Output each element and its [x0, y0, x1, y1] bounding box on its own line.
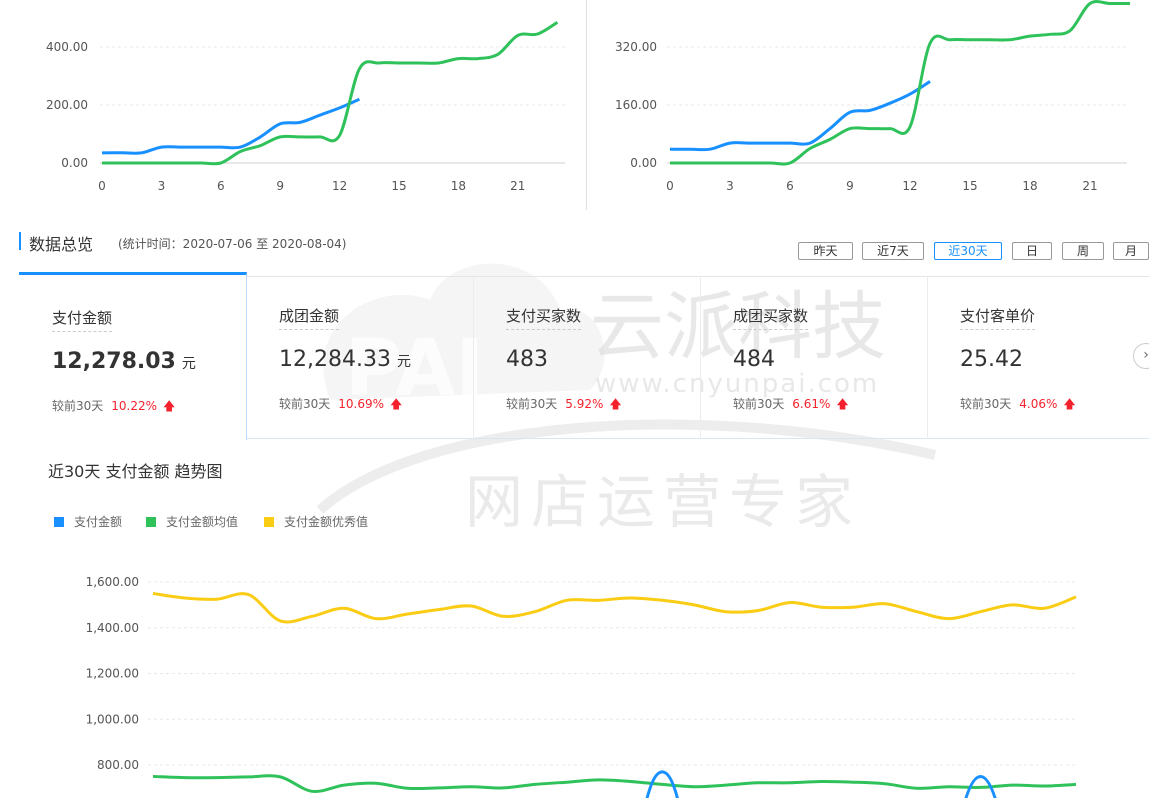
range-day-button[interactable]: 日: [1012, 242, 1052, 260]
series-line-blue: [669, 80, 931, 152]
next-cards-button[interactable]: ›: [1133, 343, 1149, 369]
metric-unit: 元: [396, 354, 411, 370]
up-arrow-icon: 🡅: [836, 397, 849, 411]
metric-label: 成团买家数: [733, 305, 809, 330]
legend-swatch: [54, 516, 64, 527]
metric-value: 12,284.33 元: [279, 347, 411, 372]
x-tick-label: 3: [158, 179, 166, 193]
legend-item-pay-avg[interactable]: 支付金额均值: [146, 513, 238, 530]
metric-unit: 元: [181, 356, 196, 372]
y-tick-label: 320.00: [615, 40, 657, 54]
y-tick-label: 1,600.00: [86, 575, 139, 589]
y-tick-label: 800.00: [97, 758, 139, 772]
legend-swatch: [146, 516, 156, 527]
y-tick-label: 160.00: [615, 98, 657, 112]
y-tick-label: 0.00: [61, 156, 88, 170]
top-right-grid: [667, 46, 1127, 164]
x-tick-label: 3: [726, 179, 734, 193]
x-tick-label: 12: [332, 179, 347, 193]
y-tick-label: 1,000.00: [86, 712, 139, 726]
up-arrow-icon: 🡅: [390, 397, 403, 411]
x-tick-label: 21: [1082, 179, 1097, 193]
x-tick-label: 0: [666, 179, 674, 193]
metric-value: 483: [506, 347, 548, 372]
metric-compare: 较前30天 5.92% 🡅: [506, 397, 622, 411]
up-arrow-icon: 🡅: [1063, 397, 1076, 411]
x-tick-label: 18: [451, 179, 466, 193]
legend-swatch: [264, 516, 274, 527]
y-tick-label: 1,200.00: [86, 667, 139, 681]
section-title: 数据总览: [29, 235, 94, 254]
x-tick-label: 6: [217, 179, 225, 193]
top-right-chart: 320.00 160.00 0.00 0 3 6 9 12 15 18 21: [615, 0, 1130, 193]
legend-item-pay-excellent[interactable]: 支付金额优秀值: [264, 513, 368, 530]
up-arrow-icon: 🡅: [609, 397, 622, 411]
x-tick-label: 9: [276, 179, 284, 193]
x-tick-label: 12: [902, 179, 917, 193]
series-line-avg: [152, 774, 1077, 793]
y-tick-label: 0.00: [630, 156, 657, 170]
range-yesterday-button[interactable]: 昨天: [798, 242, 853, 260]
range-7days-button[interactable]: 近7天: [862, 242, 924, 260]
metric-compare: 较前30天 4.06% 🡅: [960, 397, 1076, 411]
y-tick-label: 400.00: [46, 40, 88, 54]
x-tick-label: 18: [1022, 179, 1037, 193]
up-arrow-icon: 🡅: [163, 399, 176, 413]
x-tick-label: 15: [962, 179, 977, 193]
metric-card-group-amount[interactable]: 成团金额 12,284.33 元 较前30天 10.69% 🡅: [247, 277, 473, 439]
chevron-right-icon: ›: [1143, 347, 1149, 363]
x-tick-label: 0: [98, 179, 106, 193]
series-line-green: [102, 21, 559, 166]
series-line-excellent: [152, 591, 1077, 624]
series-line-blue: [101, 97, 361, 155]
range-month-button[interactable]: 月: [1113, 242, 1149, 260]
x-tick-label: 15: [391, 179, 406, 193]
metric-value: 25.42: [960, 347, 1023, 372]
metric-label: 支付买家数: [506, 305, 582, 330]
section-stat-period: (统计时间：2020-07-06 至 2020-08-04): [118, 237, 347, 251]
metric-card-pay-amount[interactable]: 支付金额 12,278.03 元 较前30天 10.22% 🡅: [19, 272, 247, 440]
y-tick-label: 200.00: [46, 98, 88, 112]
metric-compare: 较前30天 10.22% 🡅: [52, 399, 176, 413]
section-marker: [19, 232, 21, 250]
range-week-button[interactable]: 周: [1062, 242, 1104, 260]
x-tick-label: 9: [846, 179, 854, 193]
metric-card-pay-buyers[interactable]: 支付买家数 483 较前30天 5.92% 🡅: [474, 277, 700, 439]
legend-item-pay-amount[interactable]: 支付金额: [54, 513, 122, 530]
series-line-green: [670, 0, 1130, 166]
y-tick-label: 1,400.00: [86, 621, 139, 635]
metric-card-group-buyers[interactable]: 成团买家数 484 较前30天 6.61% 🡅: [701, 277, 927, 439]
trend-chart-title: 近30天 支付金额 趋势图: [48, 462, 223, 481]
trend-chart: 1,600.00 1,400.00 1,200.00 1,000.00 800.00: [86, 575, 1078, 798]
metric-value: 12,278.03 元: [52, 349, 196, 374]
x-tick-label: 6: [786, 179, 794, 193]
metric-compare: 较前30天 6.61% 🡅: [733, 397, 849, 411]
metric-value: 484: [733, 347, 775, 372]
metric-label: 成团金额: [279, 305, 340, 330]
top-left-chart: 400.00 200.00 0.00 0 3 6 9 12 15 18 21: [46, 21, 565, 193]
metric-compare: 较前30天 10.69% 🡅: [279, 397, 403, 411]
x-tick-label: 21: [510, 179, 525, 193]
metric-label: 支付客单价: [960, 305, 1036, 330]
metric-label: 支付金额: [52, 307, 113, 332]
watermark-slogan: 网店运营专家: [465, 468, 861, 536]
range-30days-button[interactable]: 近30天: [934, 242, 1002, 260]
metric-card-avg-price[interactable]: 支付客单价 25.42 较前30天 4.06% 🡅: [928, 277, 1133, 439]
